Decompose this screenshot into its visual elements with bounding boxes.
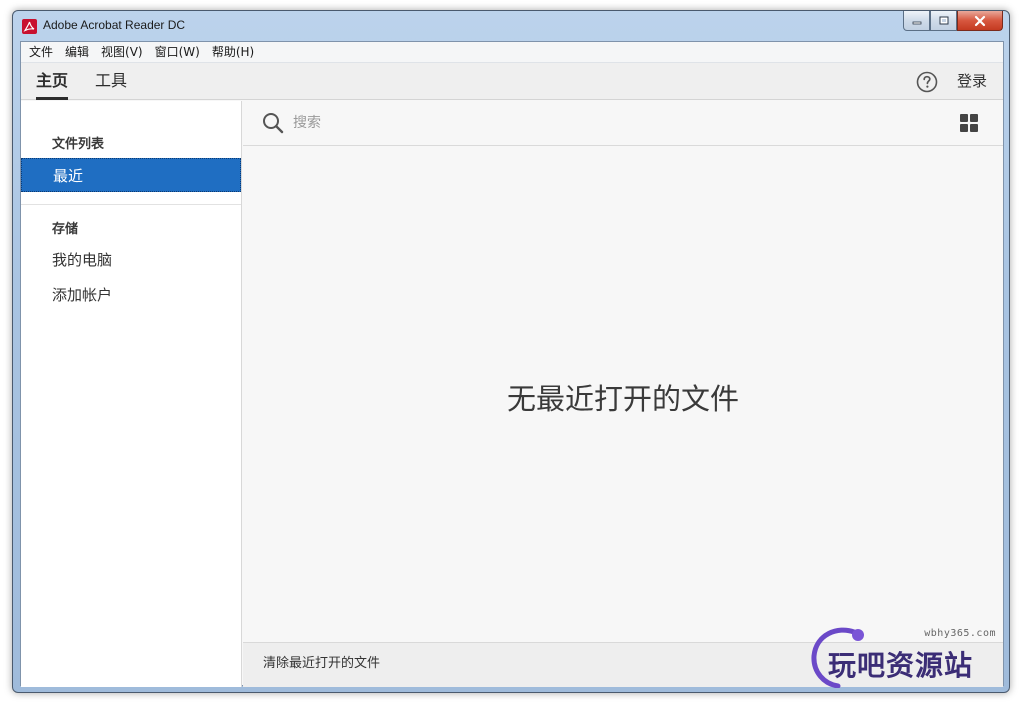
menu-help[interactable]: 帮助(H) — [206, 42, 260, 63]
app-window: Adobe Acrobat Reader DC 文件 编辑 视图(V) 窗口(W… — [12, 10, 1010, 693]
client-area: 文件 编辑 视图(V) 窗口(W) 帮助(H) 主页 工具 登录 文件列表 最近… — [20, 41, 1004, 687]
close-button[interactable] — [957, 11, 1003, 31]
menu-window[interactable]: 窗口(W) — [149, 42, 206, 63]
close-icon — [974, 15, 986, 26]
menu-file[interactable]: 文件 — [23, 42, 59, 63]
sidebar-heading-files: 文件列表 — [52, 137, 105, 152]
sidebar: 文件列表 最近 存储 我的电脑 添加帐户 — [21, 101, 242, 687]
main-panel: 无最近打开的文件 清除最近打开的文件 — [243, 101, 1003, 687]
menu-bar: 文件 编辑 视图(V) 窗口(W) 帮助(H) — [21, 42, 1003, 63]
help-icon[interactable] — [916, 71, 938, 93]
maximize-icon — [939, 16, 948, 24]
sidebar-item-add-account[interactable]: 添加帐户 — [21, 278, 241, 312]
sidebar-heading-storage: 存储 — [52, 222, 79, 237]
watermark-url: wbhy365.com — [924, 628, 996, 639]
window-title: Adobe Acrobat Reader DC — [43, 18, 186, 32]
search-input[interactable] — [293, 110, 893, 136]
clear-recent-link[interactable]: 清除最近打开的文件 — [263, 643, 380, 685]
tab-tools[interactable]: 工具 — [95, 63, 127, 100]
watermark-text: 玩吧资源站 — [828, 649, 974, 682]
acrobat-logo-icon — [22, 19, 37, 34]
grid-view-icon[interactable] — [959, 113, 979, 133]
top-nav: 主页 工具 登录 — [21, 63, 1003, 100]
sidebar-item-my-computer[interactable]: 我的电脑 — [21, 243, 241, 277]
watermark: wbhy365.com 玩吧资源站 — [808, 624, 1008, 690]
search-bar — [243, 101, 1003, 146]
minimize-button[interactable] — [903, 11, 930, 31]
minimize-icon — [912, 21, 921, 24]
menu-view[interactable]: 视图(V) — [95, 42, 149, 63]
login-link[interactable]: 登录 — [957, 63, 987, 100]
menu-edit[interactable]: 编辑 — [59, 42, 95, 63]
tab-home[interactable]: 主页 — [36, 63, 69, 100]
empty-state-message: 无最近打开的文件 — [506, 382, 739, 416]
maximize-button[interactable] — [930, 11, 957, 31]
title-bar[interactable]: Adobe Acrobat Reader DC — [13, 11, 1009, 41]
sidebar-divider — [21, 204, 241, 205]
sidebar-item-recent[interactable]: 最近 — [21, 158, 241, 192]
search-icon[interactable] — [262, 112, 284, 134]
